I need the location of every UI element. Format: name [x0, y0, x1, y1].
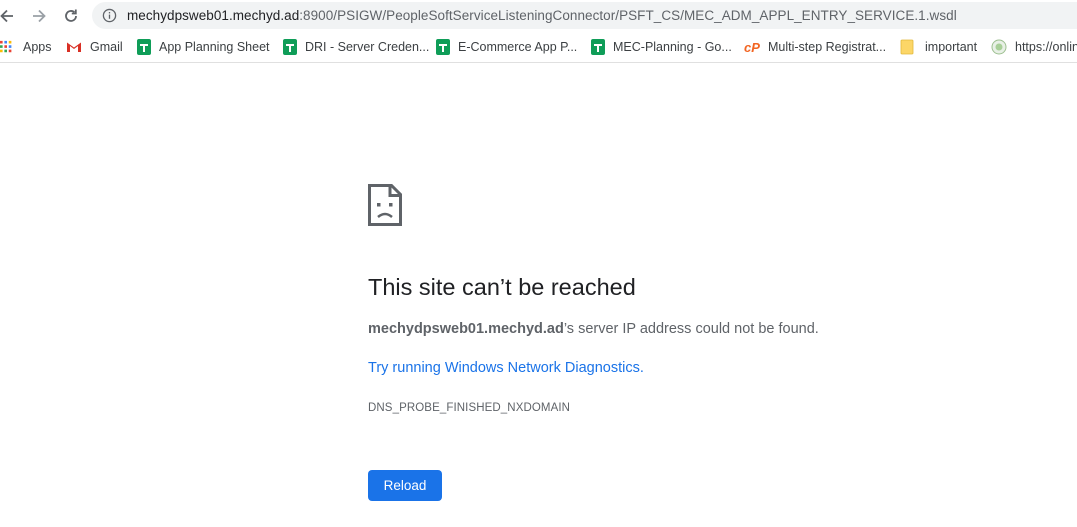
- bookmark-label: Multi-step Registrat...: [768, 40, 887, 54]
- bookmark-label: Gmail: [90, 40, 123, 54]
- bookmark-label: App Planning Sheet: [159, 40, 270, 54]
- bookmark-label: Apps: [23, 40, 52, 54]
- reload-button[interactable]: Reload: [368, 470, 442, 501]
- network-diagnostics-link[interactable]: Try running Windows Network Diagnostics.: [368, 360, 644, 376]
- sheets-icon: [436, 39, 450, 55]
- url-text: mechydpsweb01.mechyd.ad:8900/PSIGW/Peopl…: [127, 8, 957, 23]
- globe-icon: [991, 39, 1007, 55]
- sheets-icon: [137, 39, 151, 55]
- back-arrow-icon: [0, 9, 13, 23]
- error-code: DNS_PROBE_FINISHED_NXDOMAIN: [368, 402, 571, 414]
- address-bar[interactable]: mechydpsweb01.mechyd.ad:8900/PSIGW/Peopl…: [92, 2, 1077, 29]
- bookmark-dri-server[interactable]: DRI - Server Creden...: [283, 39, 429, 55]
- svg-text:cP: cP: [744, 40, 760, 55]
- codepen-cp-icon: cP: [744, 40, 760, 55]
- bookmark-https-online[interactable]: https://onlin: [991, 39, 1077, 55]
- refresh-icon: [65, 9, 77, 22]
- apps-grid-icon: [0, 40, 12, 53]
- back-button[interactable]: [0, 3, 20, 29]
- forward-button[interactable]: [26, 3, 52, 29]
- bookmark-multi-step[interactable]: cP Multi-step Registrat...: [744, 39, 886, 55]
- bookmark-app-planning-sheet[interactable]: App Planning Sheet: [137, 39, 270, 55]
- error-message-suffix: ’s server IP address could not be found.: [563, 321, 819, 337]
- bookmark-ecommerce[interactable]: E-Commerce App P...: [436, 39, 577, 55]
- url-path: :8900/PSIGW/PeopleSoftServiceListeningCo…: [299, 8, 957, 23]
- gmail-icon: [67, 42, 81, 52]
- error-host: mechydpsweb01.mechyd.ad: [368, 321, 564, 337]
- sheets-icon: [283, 39, 297, 55]
- bookmarks-bar: Apps Gmail App Planning Sheet DRI - Serv…: [0, 32, 1077, 63]
- sheets-icon: [591, 39, 605, 55]
- bookmark-label: https://onlin: [1015, 40, 1077, 54]
- bookmark-gmail[interactable]: Gmail: [66, 39, 123, 55]
- bookmark-label: MEC-Planning - Go...: [613, 40, 732, 54]
- url-host: mechydpsweb01.mechyd.ad: [127, 8, 300, 23]
- bookmark-apps[interactable]: Apps: [0, 39, 52, 55]
- reload-toolbar-button[interactable]: [58, 3, 84, 29]
- error-message: mechydpsweb01.mechyd.ad’s server IP addr…: [368, 321, 819, 337]
- folder-icon: [900, 39, 914, 55]
- forward-arrow-icon: [33, 9, 46, 23]
- error-title: This site can’t be reached: [368, 274, 636, 300]
- bookmark-label: E-Commerce App P...: [458, 40, 578, 54]
- bookmark-mec-planning[interactable]: MEC-Planning - Go...: [591, 39, 732, 55]
- bookmark-important[interactable]: important: [899, 39, 977, 55]
- browser-toolbar: mechydpsweb01.mechyd.ad:8900/PSIGW/Peopl…: [0, 0, 1077, 32]
- bookmark-label: DRI - Server Creden...: [305, 40, 430, 54]
- info-icon[interactable]: [102, 8, 117, 23]
- bookmark-label: important: [925, 40, 978, 54]
- sad-page-icon: [368, 184, 402, 226]
